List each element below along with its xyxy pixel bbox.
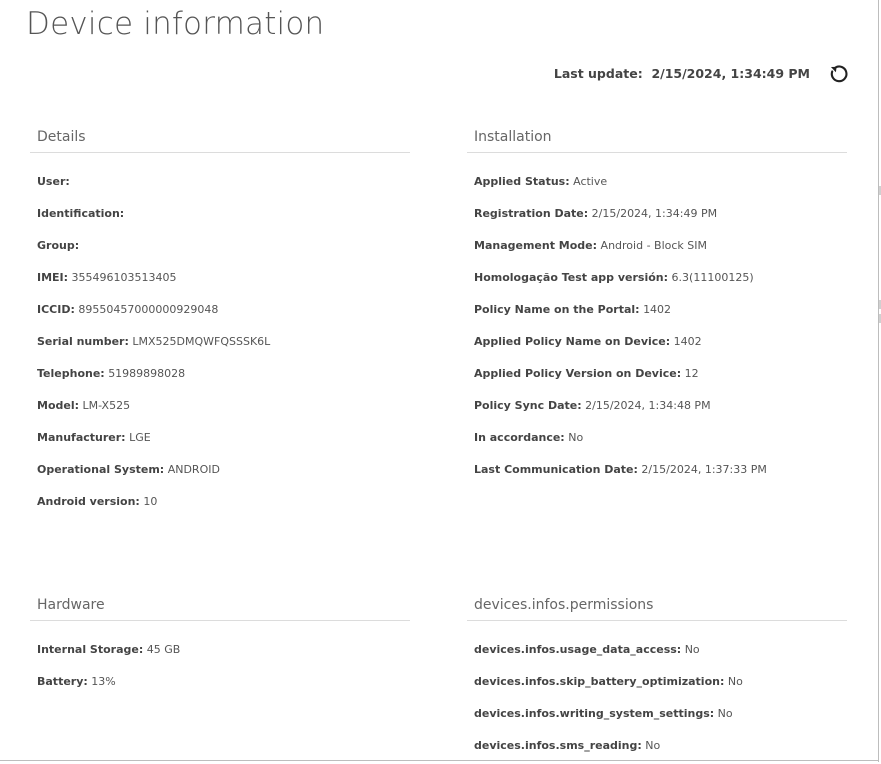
info-value: No: [568, 431, 584, 444]
info-row: Model: LM-X525: [37, 392, 410, 424]
info-value: 13%: [91, 675, 116, 688]
info-value: 2/15/2024, 1:37:33 PM: [641, 463, 767, 476]
info-value: No: [684, 643, 700, 656]
page-title: Device information: [26, 6, 325, 42]
info-row: Last Communication Date: 2/15/2024, 1:37…: [474, 456, 847, 488]
info-label: devices.infos.usage_data_access:: [474, 643, 682, 656]
info-value: No: [717, 707, 733, 720]
section-title: Installation: [467, 129, 847, 153]
info-value: 51989898028: [108, 367, 186, 380]
info-row: Policy Name on the Portal: 1402: [474, 296, 847, 328]
info-row: devices.infos.skip_battery_optimization:…: [474, 668, 847, 700]
info-value: 10: [143, 495, 158, 508]
info-row: Telephone: 51989898028: [37, 360, 410, 392]
info-label: Identification:: [37, 207, 125, 220]
info-value: ANDROID: [167, 463, 220, 476]
info-value: 1402: [673, 335, 702, 348]
info-row: User:: [37, 168, 410, 200]
installation-rows: Applied Status: Active Registration Date:…: [467, 153, 847, 488]
last-update-label: Last update:: [553, 66, 643, 81]
info-value: 2/15/2024, 1:34:49 PM: [591, 207, 718, 220]
info-label: Internal Storage:: [37, 643, 144, 656]
info-value: Android - Block SIM: [600, 239, 708, 252]
permissions-rows: devices.infos.usage_data_access: No devic…: [467, 621, 847, 764]
info-value: 45 GB: [146, 643, 181, 656]
info-label: Policy Name on the Portal:: [474, 303, 640, 316]
info-value: 6.3(11100125): [671, 271, 754, 284]
info-label: Serial number:: [37, 335, 129, 348]
info-row: Manufacturer: LGE: [37, 424, 410, 456]
info-row: In accordance: No: [474, 424, 847, 456]
info-label: devices.infos.sms_reading:: [474, 739, 642, 752]
info-label: Battery:: [37, 675, 88, 688]
info-label: Model:: [37, 399, 80, 412]
info-label: ICCID:: [37, 303, 75, 316]
section-title: Details: [30, 129, 410, 153]
hardware-rows: Internal Storage: 45 GB Battery: 13%: [30, 621, 410, 700]
info-label: Registration Date:: [474, 207, 589, 220]
info-row: Homologação Test app versión: 6.3(111001…: [474, 264, 847, 296]
details-rows: User: Identification: Group: IMEI: 35549…: [30, 153, 410, 520]
window-border-right: [878, 0, 879, 762]
info-row: Registration Date: 2/15/2024, 1:34:49 PM: [474, 200, 847, 232]
info-row: Applied Policy Name on Device: 1402: [474, 328, 847, 360]
hardware-section: Hardware Internal Storage: 45 GB Battery:…: [30, 597, 410, 700]
info-row: devices.infos.sms_reading: No: [474, 732, 847, 764]
info-label: In accordance:: [474, 431, 565, 444]
installation-section: Installation Applied Status: Active Regis…: [467, 129, 847, 488]
info-row: IMEI: 355496103513405: [37, 264, 410, 296]
info-row: devices.infos.writing_system_settings: N…: [474, 700, 847, 732]
last-update-value: 2/15/2024, 1:34:49 PM: [651, 66, 810, 81]
info-label: Group:: [37, 239, 80, 252]
info-value: No: [645, 739, 661, 752]
info-row: Internal Storage: 45 GB: [37, 636, 410, 668]
info-value: LMX525DMQWFQSSSK6L: [132, 335, 271, 348]
info-label: Telephone:: [37, 367, 105, 380]
info-label: Last Communication Date:: [474, 463, 638, 476]
info-row: devices.infos.usage_data_access: No: [474, 636, 847, 668]
section-title: Hardware: [30, 597, 410, 621]
permissions-section: devices.infos.permissions devices.infos.…: [467, 597, 847, 764]
info-value: LM-X525: [82, 399, 131, 412]
info-row: Identification:: [37, 200, 410, 232]
info-value: Active: [573, 175, 608, 188]
last-update: Last update: 2/15/2024, 1:34:49 PM: [554, 66, 810, 81]
info-value: No: [727, 675, 743, 688]
info-value: 355496103513405: [71, 271, 177, 284]
info-label: User:: [37, 175, 70, 188]
info-row: Policy Sync Date: 2/15/2024, 1:34:48 PM: [474, 392, 847, 424]
details-section: Details User: Identification: Group: IME…: [30, 129, 410, 520]
refresh-icon: [830, 65, 848, 83]
info-label: Android version:: [37, 495, 140, 508]
section-title: devices.infos.permissions: [467, 597, 847, 621]
info-value: 12: [684, 367, 699, 380]
info-label: Operational System:: [37, 463, 165, 476]
info-row: Operational System: ANDROID: [37, 456, 410, 488]
info-label: devices.infos.skip_battery_optimization:: [474, 675, 725, 688]
info-row: Battery: 13%: [37, 668, 410, 700]
info-row: Serial number: LMX525DMQWFQSSSK6L: [37, 328, 410, 360]
info-label: Applied Status:: [474, 175, 570, 188]
info-value: 89550457000000929048: [78, 303, 219, 316]
info-value: 1402: [643, 303, 672, 316]
info-label: Policy Sync Date:: [474, 399, 582, 412]
info-row: ICCID: 89550457000000929048: [37, 296, 410, 328]
info-label: Applied Policy Version on Device:: [474, 367, 682, 380]
info-label: Management Mode:: [474, 239, 598, 252]
info-row: Applied Status: Active: [474, 168, 847, 200]
info-row: Applied Policy Version on Device: 12: [474, 360, 847, 392]
info-label: Applied Policy Name on Device:: [474, 335, 671, 348]
info-row: Group:: [37, 232, 410, 264]
refresh-button[interactable]: [827, 62, 851, 86]
info-label: devices.infos.writing_system_settings:: [474, 707, 715, 720]
info-row: Management Mode: Android - Block SIM: [474, 232, 847, 264]
info-label: IMEI:: [37, 271, 69, 284]
info-row: Android version: 10: [37, 488, 410, 520]
info-value: 2/15/2024, 1:34:48 PM: [585, 399, 711, 412]
info-label: Homologação Test app versión:: [474, 271, 669, 284]
info-label: Manufacturer:: [37, 431, 126, 444]
info-value: LGE: [129, 431, 151, 444]
